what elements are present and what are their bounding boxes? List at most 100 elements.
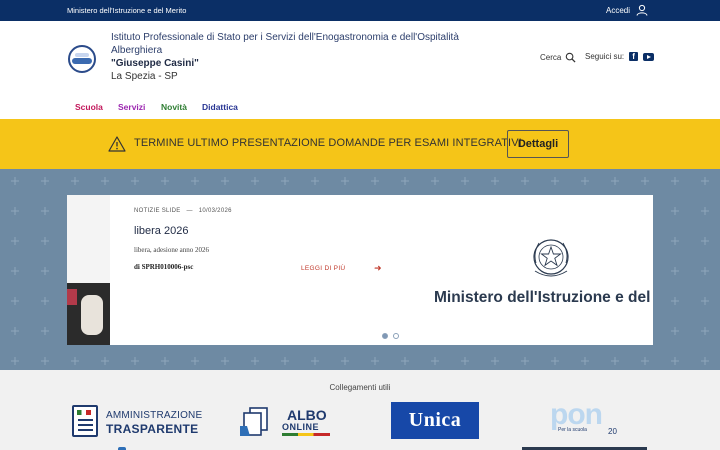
search-button[interactable]: Cerca <box>540 52 576 63</box>
pattern-plus-mark <box>701 327 709 335</box>
login-label: Accedi <box>605 5 630 15</box>
slide-date: 10/03/2026 <box>198 208 232 214</box>
search-icon <box>566 52 576 63</box>
search-label: Cerca <box>540 53 562 62</box>
pattern-plus-mark <box>311 177 319 185</box>
amministrazione-trasparente-link[interactable]: AMMINISTRAZIONE TRASPARENTE <box>72 405 202 439</box>
nav-item-scuola[interactable]: Scuola <box>75 102 103 112</box>
pattern-plus-mark <box>41 237 49 245</box>
pattern-plus-mark <box>161 357 169 365</box>
pattern-plus-mark <box>71 177 79 185</box>
pattern-plus-mark <box>221 177 229 185</box>
logo-shape <box>75 53 89 57</box>
pattern-plus-mark <box>131 177 139 185</box>
pattern-plus-mark <box>611 357 619 365</box>
pattern-plus-mark <box>641 357 649 365</box>
school-city: La Spezia - SP <box>111 71 178 82</box>
pon-subtitle: Per la scuola <box>558 427 587 433</box>
pattern-plus-mark <box>41 207 49 215</box>
main-nav: Scuola Servizi Novità Didattica <box>0 98 720 119</box>
unica-link[interactable]: Unica <box>391 402 479 439</box>
thumbnail-shape <box>81 295 103 335</box>
pattern-plus-mark <box>11 297 19 305</box>
pattern-plus-mark <box>11 207 19 215</box>
republic-emblem-icon <box>533 239 569 277</box>
pattern-plus-mark <box>41 267 49 275</box>
youtube-icon[interactable] <box>643 52 655 61</box>
pattern-plus-mark <box>491 177 499 185</box>
pattern-plus-mark <box>641 177 649 185</box>
school-logo[interactable] <box>68 45 96 73</box>
online-label: ONLINE <box>282 422 320 432</box>
pattern-plus-mark <box>521 177 529 185</box>
social-links: Seguici su: f <box>585 52 655 61</box>
useful-links-section: Collegamenti utili AMMINISTRAZIONE TRASP… <box>0 370 720 450</box>
nav-item-novita[interactable]: Novità <box>161 102 187 112</box>
pattern-plus-mark <box>701 297 709 305</box>
slide-thumbnail <box>67 195 110 345</box>
pattern-plus-mark <box>701 207 709 215</box>
pattern-plus-mark <box>371 357 379 365</box>
pattern-plus-mark <box>551 357 559 365</box>
nav-item-servizi[interactable]: Servizi <box>118 102 145 112</box>
details-button[interactable]: Dettagli <box>507 130 569 158</box>
pattern-plus-mark <box>701 177 709 185</box>
pattern-plus-mark <box>581 177 589 185</box>
meta-separator: — <box>186 208 193 214</box>
useful-links-heading: Collegamenti utili <box>329 383 391 392</box>
carousel-pagination <box>382 333 399 339</box>
school-line1: Istituto Professionale di Stato per i Se… <box>111 32 459 56</box>
pattern-plus-mark <box>671 357 679 365</box>
news-slide[interactable]: NOTIZIE SLIDE — 10/03/2026 libera 2026 l… <box>67 195 653 345</box>
pattern-plus-mark <box>581 357 589 365</box>
pattern-plus-mark <box>41 357 49 365</box>
carousel-dot[interactable] <box>382 333 388 339</box>
pattern-plus-mark <box>341 177 349 185</box>
school-title[interactable]: Istituto Professionale di Stato per i Se… <box>111 31 471 83</box>
pattern-plus-mark <box>311 357 319 365</box>
user-icon <box>636 4 648 16</box>
site-header: Istituto Professionale di Stato per i Se… <box>0 21 720 98</box>
amministrazione-label: AMMINISTRAZIONE <box>106 410 203 421</box>
pattern-plus-mark <box>461 357 469 365</box>
login-button[interactable]: Accedi <box>606 4 648 16</box>
pon-link[interactable]: pon Per la scuola 20 <box>550 398 622 441</box>
pattern-plus-mark <box>431 177 439 185</box>
pattern-plus-mark <box>11 357 19 365</box>
pattern-plus-mark <box>671 267 679 275</box>
slide-author: di SPRH010006-psc <box>134 263 194 271</box>
pon-year: 20 <box>608 427 617 436</box>
pattern-plus-mark <box>461 177 469 185</box>
nav-item-didattica[interactable]: Didattica <box>202 102 238 112</box>
document-icon <box>72 405 98 437</box>
top-bar: Ministero dell'Istruzione e del Merito A… <box>0 0 720 21</box>
pattern-plus-mark <box>701 237 709 245</box>
read-more-link[interactable]: LEGGI DI PIÙ <box>301 265 345 272</box>
pattern-plus-mark <box>161 177 169 185</box>
facebook-icon[interactable]: f <box>629 52 639 61</box>
social-label: Seguici su: <box>585 52 625 61</box>
albo-online-link[interactable]: ALBO ONLINE <box>238 404 333 440</box>
pattern-plus-mark <box>491 357 499 365</box>
pattern-plus-mark <box>671 177 679 185</box>
carousel-dot[interactable] <box>393 333 399 339</box>
pattern-plus-mark <box>131 357 139 365</box>
warning-icon <box>108 136 126 152</box>
alert-banner: TERMINE ULTIMO PRESENTAZIONE DOMANDE PER… <box>0 119 720 169</box>
albo-label: ALBO <box>287 407 327 423</box>
logo-shape <box>72 58 92 64</box>
slide-image-caption: Ministero dell'Istruzione e del Merito <box>434 289 653 306</box>
documents-stack-icon <box>240 407 268 436</box>
pattern-plus-mark <box>671 237 679 245</box>
slide-title[interactable]: libera 2026 <box>134 225 188 237</box>
pattern-plus-mark <box>41 297 49 305</box>
pattern-plus-mark <box>611 177 619 185</box>
pattern-plus-mark <box>281 357 289 365</box>
pattern-plus-mark <box>251 357 259 365</box>
pattern-plus-mark <box>431 357 439 365</box>
slide-description: libera, adesione anno 2026 <box>134 246 210 254</box>
slide-category[interactable]: NOTIZIE SLIDE <box>134 208 181 214</box>
arrow-right-icon[interactable]: ➜ <box>374 263 382 274</box>
pattern-plus-mark <box>251 177 259 185</box>
ministry-link[interactable]: Ministero dell'Istruzione e del Merito <box>67 6 186 15</box>
